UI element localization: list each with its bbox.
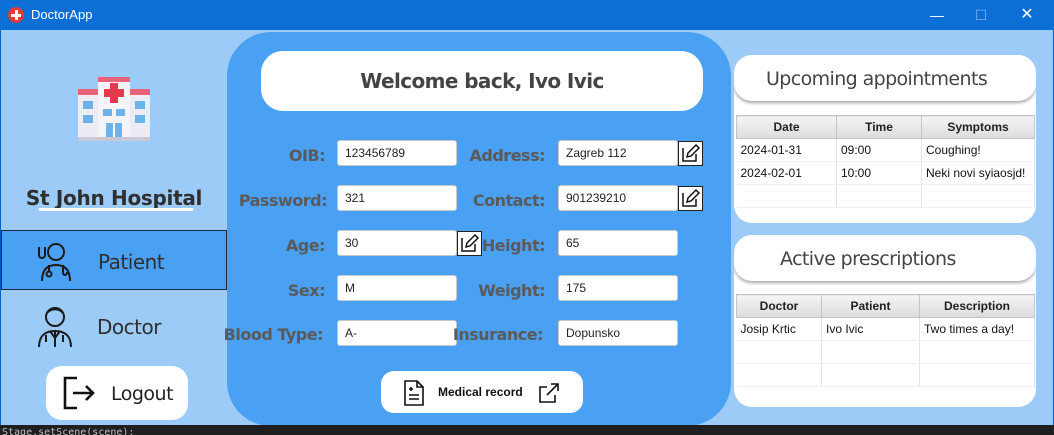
table-cell: Coughing! [921,138,1035,162]
app-window: St John Hospital Patient Doctor Logout W… [1,30,1053,433]
column-header-description[interactable]: Description [919,294,1035,318]
table-cell: Josip Krtic [736,317,822,341]
contact-field[interactable]: 901239210 [558,185,678,211]
logout-button[interactable]: Logout [46,366,188,420]
hospital-logo-icon [78,77,150,141]
weight-label: Weight: [478,281,545,300]
close-button[interactable]: ✕ [1004,0,1050,30]
patient-icon [38,243,71,282]
sidebar-item-label: Patient [98,250,165,274]
table-row-empty [736,184,1035,208]
blood-type-label: Blood Type: [223,325,324,344]
column-header-symptoms[interactable]: Symptoms [921,115,1035,139]
maximize-button[interactable]: ☐ [958,0,1004,30]
address-field[interactable]: Zagreb 112 [558,140,678,166]
appointments-table: Date Time Symptoms 2024-01-31 09:00 Coug… [736,115,1035,208]
prescriptions-table: Doctor Patient Description Josip Krtic I… [736,294,1035,387]
window-title: DoctorApp [31,7,93,22]
console-strip: Stage.setScene(scene); [0,425,1054,435]
edit-contact-button[interactable] [678,186,703,211]
edit-icon [682,188,701,207]
column-header-time[interactable]: Time [836,115,922,139]
insurance-label: Insurance: [452,325,544,344]
table-cell: 2024-02-01 [736,161,837,185]
prescriptions-panel: Active prescriptions Doctor Patient Desc… [734,235,1036,407]
contact-label: Contact: [472,191,546,210]
height-field[interactable]: 65 [558,230,678,256]
table-row-empty [736,363,1035,387]
console-text: Stage.setScene(scene); [2,427,135,435]
table-cell: 2024-01-31 [736,138,837,162]
medical-document-icon [404,380,424,406]
height-label: Height: [481,236,546,255]
sidebar-divider [39,208,193,211]
address-label: Address: [469,146,546,165]
table-row-empty [736,340,1035,364]
age-label: Age: [285,236,326,255]
table-cell: 10:00 [836,161,922,185]
external-link-icon [539,383,559,403]
sidebar-item-patient[interactable]: Patient [1,230,227,290]
weight-field[interactable]: 175 [558,275,678,301]
appointments-header: Upcoming appointments [734,55,1036,101]
table-cell: Two times a day! [919,317,1035,341]
column-header-patient[interactable]: Patient [821,294,920,318]
password-label: Password: [238,191,328,210]
sidebar-item-label: Doctor [97,315,161,339]
table-cell: 09:00 [836,138,922,162]
doctor-icon [38,307,72,348]
appointments-title: Upcoming appointments [766,68,988,90]
app-logo-icon [8,7,24,23]
table-cell: Ivo Ivic [821,317,920,341]
logout-icon [63,376,95,410]
edit-address-button[interactable] [678,141,703,166]
sidebar-item-doctor[interactable]: Doctor [1,296,227,356]
table-cell: Neki novi syiaosjd! [921,161,1035,185]
patient-profile-panel: Welcome back, Ivo Ivic OIB: 123456789 Pa… [224,32,731,426]
sidebar: St John Hospital Patient Doctor Logout [1,30,227,433]
column-header-date[interactable]: Date [736,115,837,139]
logout-label: Logout [111,383,174,405]
table-row[interactable]: 2024-02-01 10:00 Neki novi syiaosjd! [736,161,1035,185]
insurance-field[interactable]: Dopunsko [558,320,678,346]
table-row[interactable]: Josip Krtic Ivo Ivic Two times a day! [736,317,1035,341]
sex-label: Sex: [287,281,326,300]
edit-icon [682,143,701,162]
hospital-name: St John Hospital [25,186,203,210]
prescriptions-header: Active prescriptions [734,235,1036,281]
welcome-banner: Welcome back, Ivo Ivic [261,51,703,111]
column-header-doctor[interactable]: Doctor [736,294,822,318]
title-bar: DoctorApp — ☐ ✕ [0,0,1054,30]
prescriptions-title: Active prescriptions [780,248,956,270]
medical-record-button[interactable]: Medical record [381,371,583,413]
minimize-button[interactable]: — [914,0,960,30]
medical-record-label: Medical record [438,385,523,399]
table-row[interactable]: 2024-01-31 09:00 Coughing! [736,138,1035,162]
appointments-panel: Upcoming appointments Date Time Symptoms… [734,55,1036,223]
oib-label: OIB: [288,146,326,165]
